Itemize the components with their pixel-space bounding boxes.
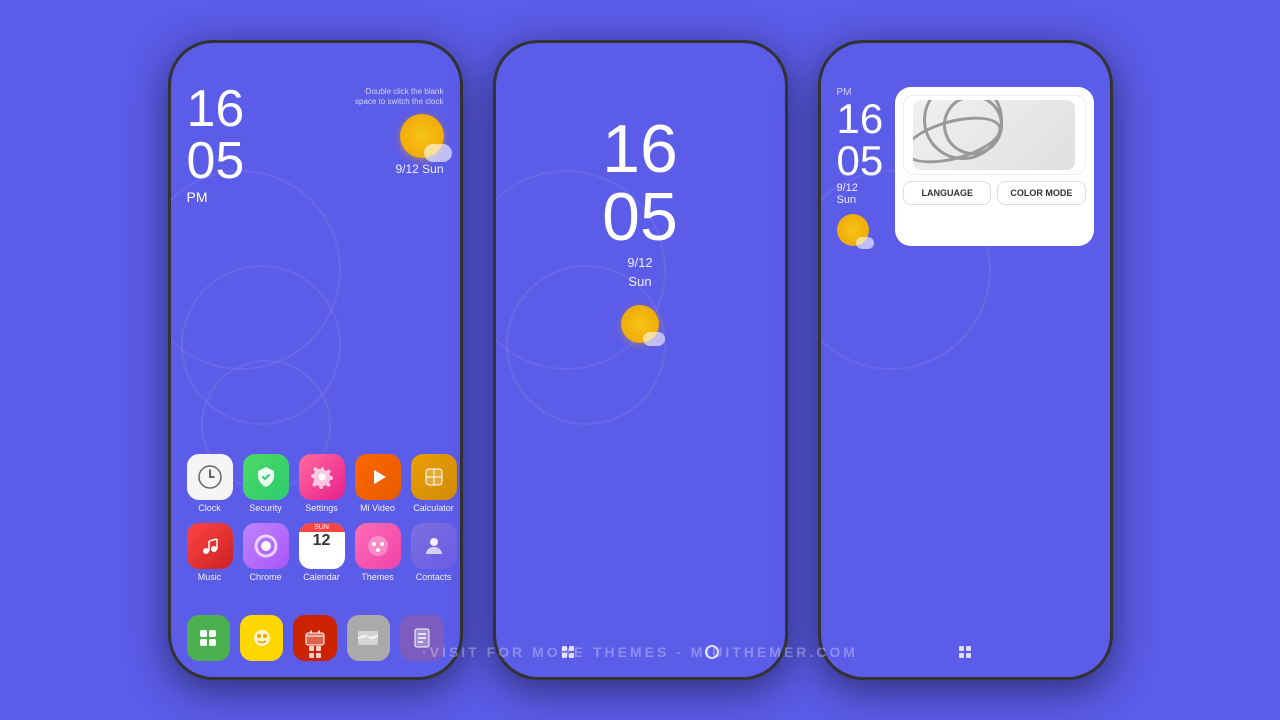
music-app-icon <box>187 523 233 569</box>
theme-preview <box>903 95 1085 175</box>
weather-icon-large <box>400 114 444 158</box>
contacts-svg <box>422 534 446 558</box>
nav-grid-icon[interactable] <box>307 644 323 660</box>
phone-3-clock-block: PM 16 05 9/12 Sun <box>837 87 884 246</box>
clock-display: 16 05 <box>187 83 245 187</box>
hint-text: ·Double click the blank space to switch … <box>344 87 444 108</box>
settings-svg <box>310 465 334 489</box>
contacts-app-label: Contacts <box>416 572 452 582</box>
bottom-nav-1 <box>171 627 460 677</box>
chrome-app-icon <box>243 523 289 569</box>
phone-2-weather <box>621 305 659 343</box>
phone-3-date2: Sun <box>837 194 884 206</box>
phone-3-time: 16 05 <box>837 98 884 182</box>
settings-card: LANGUAGE COLOR MODE <box>895 87 1093 246</box>
phone-3-date1: 9/12 <box>837 182 884 194</box>
calendar-date: 12 <box>299 532 345 550</box>
language-button[interactable]: LANGUAGE <box>903 181 991 205</box>
phones-container: ✦ ▐ 16 05 <box>168 40 1113 680</box>
calendar-header: SUN <box>299 523 345 532</box>
music-app-label: Music <box>198 572 222 582</box>
chrome-svg <box>253 533 279 559</box>
clock-app-icon <box>187 454 233 500</box>
phone-1: ✦ ▐ 16 05 <box>168 40 463 680</box>
phone-3-top: PM 16 05 9/12 Sun <box>837 87 1094 246</box>
calculator-app-label: Calculator <box>413 503 454 513</box>
calculator-svg <box>423 466 445 488</box>
phone-2-minutes: 05 <box>602 183 678 251</box>
phone-1-screen: ✦ ▐ 16 05 <box>171 43 460 677</box>
mivideo-svg <box>366 465 390 489</box>
weather-icon-medium <box>621 305 659 343</box>
app-chrome[interactable]: Chrome <box>243 523 289 582</box>
app-mivideo[interactable]: Mi Video <box>355 454 401 513</box>
settings-app-label: Settings <box>305 503 338 513</box>
music-svg <box>198 534 222 558</box>
app-calendar[interactable]: SUN 12 Calendar <box>299 523 345 582</box>
app-grid: Clock Security <box>187 454 444 592</box>
security-app-icon <box>243 454 289 500</box>
app-themes[interactable]: Themes <box>355 523 401 582</box>
themes-app-label: Themes <box>361 572 394 582</box>
themes-svg <box>366 534 390 558</box>
phone-2-clock: 16 05 9/12 Sun <box>512 115 769 343</box>
settings-buttons: LANGUAGE COLOR MODE <box>903 181 1085 205</box>
app-calculator[interactable]: Calculator <box>411 454 457 513</box>
mivideo-app-icon <box>355 454 401 500</box>
clock-right: ·Double click the blank space to switch … <box>344 87 444 176</box>
nav-grid-3 <box>959 646 971 658</box>
app-clock[interactable]: Clock <box>187 454 233 513</box>
phone-2-date-line1: 9/12 <box>627 255 652 270</box>
phone-3-content: PM 16 05 9/12 Sun <box>821 67 1110 677</box>
security-app-label: Security <box>249 503 282 513</box>
clock-svg <box>197 464 223 490</box>
phone-3: ✦ ▐ PM 16 <box>818 40 1113 680</box>
phone-2: ✦ ▐ 16 05 9/12 <box>493 40 788 680</box>
clock-app-label: Clock <box>198 503 221 513</box>
clock-widget-1: 16 05 PM ·Double click the blank space t… <box>187 83 444 205</box>
clock-ampm: PM <box>187 189 245 205</box>
phone-1-content: 16 05 PM ·Double click the blank space t… <box>171 67 460 677</box>
app-music[interactable]: Music <box>187 523 233 582</box>
clock-date: 9/12 Sun <box>395 162 443 176</box>
phone-3-minutes: 05 <box>837 140 884 182</box>
phone-2-hours: 16 <box>602 115 678 183</box>
calendar-app-icon: SUN 12 <box>299 523 345 569</box>
theme-preview-inner <box>913 100 1075 170</box>
bottom-nav-3 <box>821 627 1110 677</box>
security-svg <box>254 465 278 489</box>
phone-2-screen: ✦ ▐ 16 05 9/12 <box>496 43 785 677</box>
clock-time-block: 16 05 PM <box>187 83 245 205</box>
settings-app-icon <box>299 454 345 500</box>
themes-app-icon <box>355 523 401 569</box>
app-row-1: Clock Security <box>187 454 444 513</box>
phone-2-content: 16 05 9/12 Sun <box>496 67 785 677</box>
clock-hours: 16 <box>187 83 245 135</box>
nav-grid-icon-3[interactable] <box>957 644 973 660</box>
clock-minutes: 05 <box>187 135 245 187</box>
calculator-app-icon <box>411 454 457 500</box>
app-row-2: Music Chrome <box>187 523 444 582</box>
weather-icon-small <box>837 214 869 246</box>
phone-3-screen: ✦ ▐ PM 16 <box>821 43 1110 677</box>
calendar-app-label: Calendar <box>303 572 340 582</box>
contacts-app-icon <box>411 523 457 569</box>
phone-2-time: 16 05 <box>602 115 678 251</box>
nav-grid <box>309 646 321 658</box>
app-security[interactable]: Security <box>243 454 289 513</box>
app-settings[interactable]: Settings <box>299 454 345 513</box>
mivideo-app-label: Mi Video <box>360 503 395 513</box>
phone-3-hours: 16 <box>837 98 884 140</box>
chrome-app-label: Chrome <box>249 572 281 582</box>
phone-2-date-line2: Sun <box>628 274 651 289</box>
color-mode-button[interactable]: COLOR MODE <box>997 181 1085 205</box>
watermark-text: ·VISIT FOR MORE THEMES - MIUITHEMER.COM <box>422 644 858 660</box>
app-contacts[interactable]: Contacts <box>411 523 457 582</box>
